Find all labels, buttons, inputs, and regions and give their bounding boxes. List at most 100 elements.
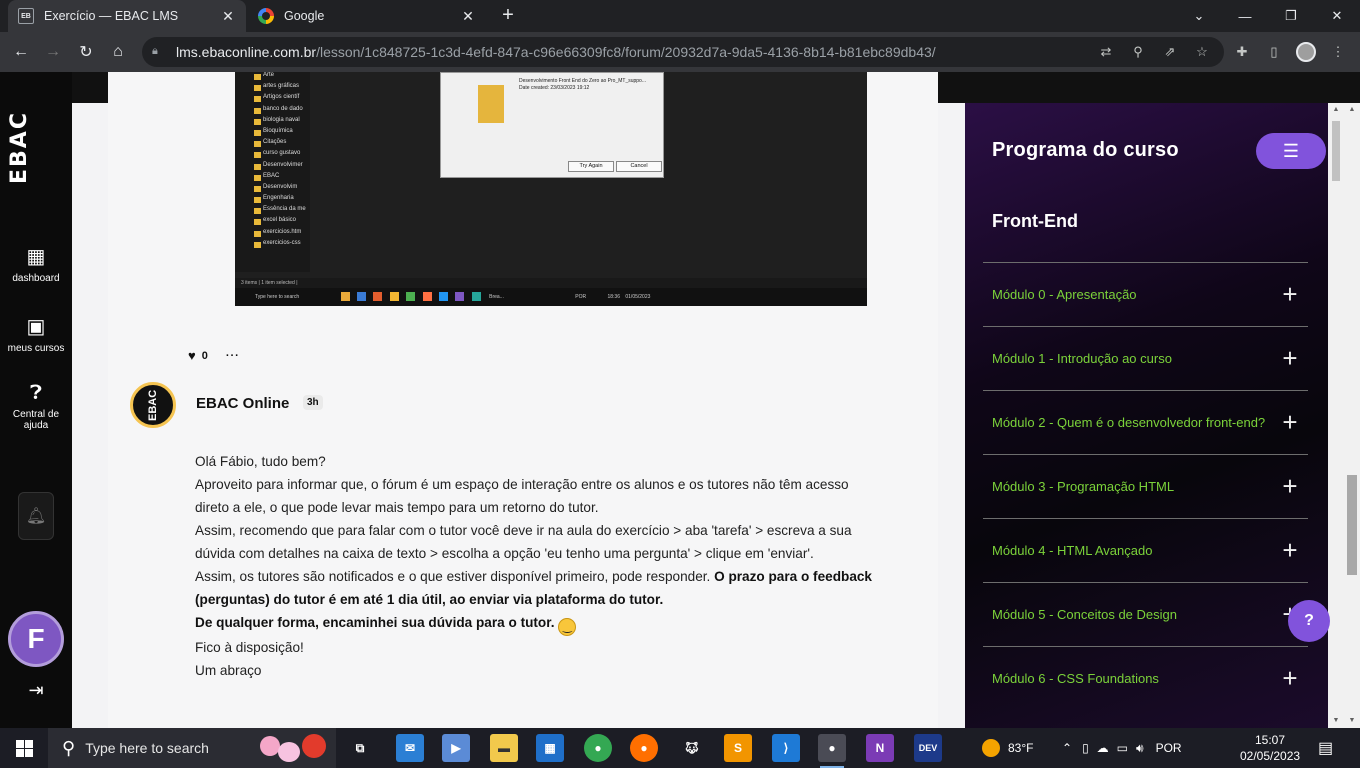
panel-scrollbar[interactable]: ▲ ▼	[1328, 103, 1344, 728]
url-path: /lesson/1c848725-1c3d-4efd-847a-c96e6630…	[316, 44, 936, 60]
chrome-icon[interactable]: ●	[584, 734, 612, 762]
start-button[interactable]	[0, 728, 48, 768]
task-view-icon[interactable]: ⧉	[346, 734, 374, 762]
nav-help-label: Central de ajuda	[12, 409, 60, 431]
folder-item: Bioquímica	[235, 128, 310, 139]
file-explorer-icon[interactable]: ▬	[490, 734, 518, 762]
tab-ebac-lms[interactable]: EB Exercício — EBAC LMS ✕	[8, 0, 246, 32]
close-tab-icon[interactable]: ✕	[460, 8, 476, 25]
sublime-icon[interactable]: S	[724, 734, 752, 762]
module-item[interactable]: Módulo 5 - Conceitos de Design+	[983, 582, 1308, 646]
url-domain: lms.ebaconline.com.br	[176, 44, 317, 60]
mail-icon[interactable]: ✉	[396, 734, 424, 762]
weather-widget[interactable]: 83°F	[982, 728, 1033, 768]
taskbar-search-placeholder: Type here to search	[85, 740, 209, 756]
expand-plus-icon[interactable]: +	[1272, 663, 1308, 694]
expand-plus-icon[interactable]: +	[1272, 535, 1308, 566]
ebac-logo[interactable]: EBAC	[7, 111, 60, 184]
notification-center-icon[interactable]: ▤	[1318, 728, 1333, 768]
page-scrollbar[interactable]: ▲ ▼	[1344, 103, 1360, 728]
zoom-icon[interactable]: ⚲	[1128, 42, 1148, 62]
notifications-bell-icon[interactable]: 🔔︎	[18, 492, 54, 540]
scroll-thumb[interactable]	[1347, 475, 1357, 575]
help-icon: ❓︎	[29, 382, 43, 404]
back-icon[interactable]: ←	[9, 40, 33, 64]
scroll-down-icon[interactable]: ▼	[1328, 714, 1344, 728]
bookmark-star-icon[interactable]: ☆	[1192, 42, 1212, 62]
language-indicator[interactable]: POR	[1156, 741, 1182, 755]
attached-screenshot[interactable]: Arte artes gráficas Artigos científ banc…	[235, 72, 867, 306]
url-text: lms.ebaconline.com.br/lesson/1c848725-1c…	[176, 44, 936, 60]
course-title: Front-End	[992, 211, 1078, 231]
devcpp-icon[interactable]: DEV	[914, 734, 942, 762]
dialog-line: Desenvolvimento Front End do Zero ao Pro…	[519, 78, 647, 84]
scroll-thumb[interactable]	[1332, 121, 1340, 181]
module-item[interactable]: Módulo 3 - Programação HTML +	[983, 454, 1308, 518]
inner-lang: POR	[575, 294, 587, 300]
store-icon[interactable]: ▦	[536, 734, 564, 762]
home-icon[interactable]: ⌂	[106, 40, 130, 64]
onenote-icon[interactable]: N	[866, 734, 894, 762]
author-avatar[interactable]: EBAC	[130, 382, 176, 428]
media-player-icon[interactable]: ▶	[442, 734, 470, 762]
list-view-button[interactable]: ☰	[1256, 133, 1326, 169]
nav-central-de-ajuda[interactable]: ❓︎ Central de ajuda	[0, 382, 72, 431]
translate-icon[interactable]: ⇄	[1096, 42, 1116, 62]
volume-icon[interactable]: 🔊︎	[1136, 741, 1144, 756]
side-panel-icon[interactable]: ▯	[1264, 42, 1284, 62]
inner-taskbar: Type here to search Brea... POR 18:36 01…	[235, 288, 867, 306]
vscode-icon[interactable]: ⟩	[772, 734, 800, 762]
expand-plus-icon[interactable]: +	[1272, 279, 1308, 310]
share-icon[interactable]: ⇗	[1160, 42, 1180, 62]
extensions-icon[interactable]: ✚	[1232, 42, 1252, 62]
address-bar[interactable]: 🔒︎ lms.ebaconline.com.br/lesson/1c848725…	[142, 37, 1224, 67]
menu-kebab-icon[interactable]: ⋮	[1328, 42, 1348, 62]
network-icon[interactable]: ▭	[1117, 741, 1128, 755]
profile-avatar[interactable]	[1296, 42, 1316, 62]
tab-google[interactable]: Google ✕	[248, 0, 486, 32]
cloud-icon[interactable]: ☁	[1097, 741, 1109, 755]
expand-plus-icon[interactable]: +	[1272, 407, 1308, 438]
reload-icon[interactable]: ↻	[74, 40, 98, 64]
more-options-icon[interactable]: ···	[226, 350, 240, 362]
nav-dashboard[interactable]: ▦ dashboard	[0, 244, 72, 284]
close-tab-icon[interactable]: ✕	[220, 8, 236, 25]
module-item[interactable]: Módulo 1 - Introdução ao curso +	[983, 326, 1308, 390]
chevron-up-icon[interactable]: ⌃	[1062, 741, 1072, 755]
expand-plus-icon[interactable]: +	[1272, 471, 1308, 502]
inner-app-icon	[422, 292, 432, 302]
folder-item: EBAC	[235, 173, 310, 184]
new-tab-button[interactable]: +	[496, 4, 520, 28]
chrome-running-icon[interactable]: ●	[818, 734, 846, 768]
clock[interactable]: 15:07 02/05/2023	[1240, 732, 1300, 764]
search-highlight-image	[256, 732, 332, 764]
gimp-icon[interactable]: 🐺︎	[678, 734, 706, 762]
tray-icons[interactable]: ⌃ ▯ ☁ ▭ 🔊︎ POR	[1062, 728, 1182, 768]
module-item[interactable]: Módulo 0 - Apresentação +	[983, 262, 1308, 326]
scroll-up-icon[interactable]: ▲	[1328, 103, 1344, 117]
tab-search-chevron-icon[interactable]: ⌄	[1176, 0, 1222, 32]
module-item[interactable]: Módulo 4 - HTML Avançado +	[983, 518, 1308, 582]
folder-item: excel básico	[235, 217, 310, 228]
logout-icon[interactable]: ⇥	[24, 680, 48, 704]
author-name[interactable]: EBAC Online	[196, 395, 289, 412]
minimize-button[interactable]: —	[1222, 0, 1268, 32]
restore-button[interactable]: ❐	[1268, 0, 1314, 32]
lock-icon[interactable]: 🔒︎	[152, 45, 166, 59]
nav-meus-cursos[interactable]: ▣ meus cursos	[0, 314, 72, 354]
close-window-button[interactable]: ✕	[1314, 0, 1360, 32]
heart-icon[interactable]: ♥	[188, 348, 196, 363]
paragraph: Um abraço	[195, 663, 262, 678]
paragraph: Assim, recomendo que para falar com o tu…	[195, 523, 852, 561]
device-icon[interactable]: ▯	[1082, 741, 1089, 755]
firefox-icon[interactable]: ●	[630, 734, 658, 762]
dialog-line: Date created: 23/03/2023 19:12	[519, 85, 590, 91]
forward-icon[interactable]: →	[41, 40, 65, 64]
user-avatar[interactable]: F	[8, 611, 64, 667]
scroll-up-icon[interactable]: ▲	[1344, 103, 1360, 117]
help-floating-button[interactable]: ?	[1288, 600, 1330, 642]
module-item[interactable]: Módulo 6 - CSS Foundations +	[983, 646, 1308, 710]
module-item[interactable]: Módulo 2 - Quem é o desenvolvedor front-…	[983, 390, 1308, 454]
scroll-down-icon[interactable]: ▼	[1344, 714, 1360, 728]
expand-plus-icon[interactable]: +	[1272, 343, 1308, 374]
